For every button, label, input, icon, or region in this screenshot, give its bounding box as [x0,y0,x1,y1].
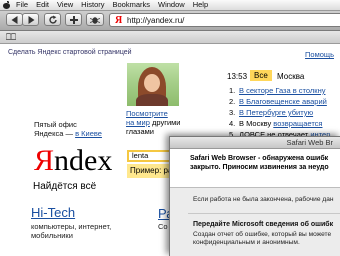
dialog-report-text: Создан отчет об ошибке, который вы может… [193,231,331,247]
news-item[interactable]: 4. В Москву возвращается [229,118,330,129]
news-time: 13:53 [227,72,248,81]
dialog-divider [188,213,340,214]
dialog-info-text: Если работа не была закончена, рабочие д… [193,196,334,203]
hitech-description: компьютеры, интернет, мобильники [31,222,111,240]
forward-button[interactable] [22,13,39,26]
add-bookmark-button[interactable] [65,13,82,26]
office-kiev-link[interactable]: в Киеве [75,129,102,138]
reload-button[interactable] [44,13,61,26]
menu-view[interactable]: View [57,0,73,10]
promo-text: Посмотрите на мир другими глазами [126,109,186,136]
office-prefix: Яндекса — [34,129,73,138]
slogan: Найдётся всё [33,181,97,192]
dialog-header: Safari Web Browser - обнаружена ошибк за… [170,149,340,188]
dialog-header-line1: Safari Web Browser - обнаружена ошибк [190,155,329,162]
menu-history[interactable]: History [81,0,104,10]
bug-icon [90,16,100,24]
dialog-title: Safari Web Br [286,138,333,147]
promo-link-watch[interactable]: Посмотрите [126,109,168,118]
menu-file[interactable]: File [16,0,28,10]
crash-dialog: Safari Web Br Safari Web Browser - обнар… [169,136,340,256]
news-item[interactable]: 2. В Благовещенске аварий [229,96,330,107]
yandex-favicon-icon: Я [115,15,123,26]
menu-edit[interactable]: Edit [36,0,49,10]
hitech-desc-line2: мобильники [31,231,73,240]
plus-icon [69,15,78,24]
back-button[interactable] [6,13,23,26]
address-bar[interactable]: Я http://yandex.ru/ [109,13,340,27]
office-news: Пятый офис Яндекса — в Киеве [34,120,102,138]
yandex-logo[interactable]: Яndex [34,146,112,176]
promo-photo[interactable] [127,63,179,106]
back-arrow-icon [11,15,17,24]
menu-bookmarks[interactable]: Bookmarks [113,0,151,10]
news-num: 1. [229,86,236,95]
menu-help[interactable]: Help [193,0,208,10]
news-list: 1. В секторе Газа в столкну 2. В Благовеще… [229,85,330,140]
news-link[interactable]: возвращается [273,119,322,128]
logo-rest: ndex [54,144,113,177]
logo-first-letter: Я [34,144,55,177]
dialog-send-report-heading: Передайте Microsoft сведения об ошибк [193,221,334,228]
news-text: В Москву [239,119,272,128]
dialog-report-line1: Создан отчет об ошибке, который вы может… [193,231,332,238]
hitech-link[interactable]: Hi-Tech [31,205,75,220]
debug-button[interactable] [86,13,104,26]
news-item[interactable]: 1. В секторе Газа в столкну [229,85,330,96]
help-link[interactable]: Помощь [305,50,334,59]
dialog-title-bar[interactable]: Safari Web Br [170,137,340,149]
bookmarks-bar [0,31,340,44]
menu-bar: File Edit View History Bookmarks Window … [0,0,340,11]
tab-city-news[interactable]: Москва [277,72,304,81]
reload-icon [48,15,57,24]
apple-menu-icon[interactable] [2,0,12,10]
browser-toolbar: Я http://yandex.ru/ [0,11,340,31]
tab-all-news[interactable]: Все [250,70,272,81]
news-link[interactable]: В секторе Газа в столкну [239,86,325,95]
promo-text-rest: другими [152,118,181,127]
open-book-icon[interactable] [6,33,16,40]
dialog-header-line2: закрыто. Приносим извинения за неудо [190,164,329,171]
news-num: 3. [229,108,236,117]
dialog-report-line2: конфиденциальным и анонимным. [193,239,300,246]
news-num: 4. [229,119,236,128]
hitech-desc-line1: компьютеры, интернет, [31,222,112,231]
promo-link-world[interactable]: на мир [126,118,150,127]
news-item[interactable]: 3. В Петербурге убитую [229,107,330,118]
promo-text-eyes: глазами [126,127,154,136]
make-start-page-link[interactable]: Сделать Яндекс стартовой страницей [8,49,132,56]
news-num: 2. [229,97,236,106]
news-link[interactable]: В Петербурге убитую [239,108,313,117]
menu-window[interactable]: Window [158,0,185,10]
url-text: http://yandex.ru/ [127,16,185,25]
photo-body [136,94,168,106]
ra-description: Со [158,222,168,231]
forward-arrow-icon [28,15,34,24]
office-line1: Пятый офис [34,120,77,129]
photo-face [144,74,160,92]
news-link[interactable]: В Благовещенске аварий [239,97,327,106]
